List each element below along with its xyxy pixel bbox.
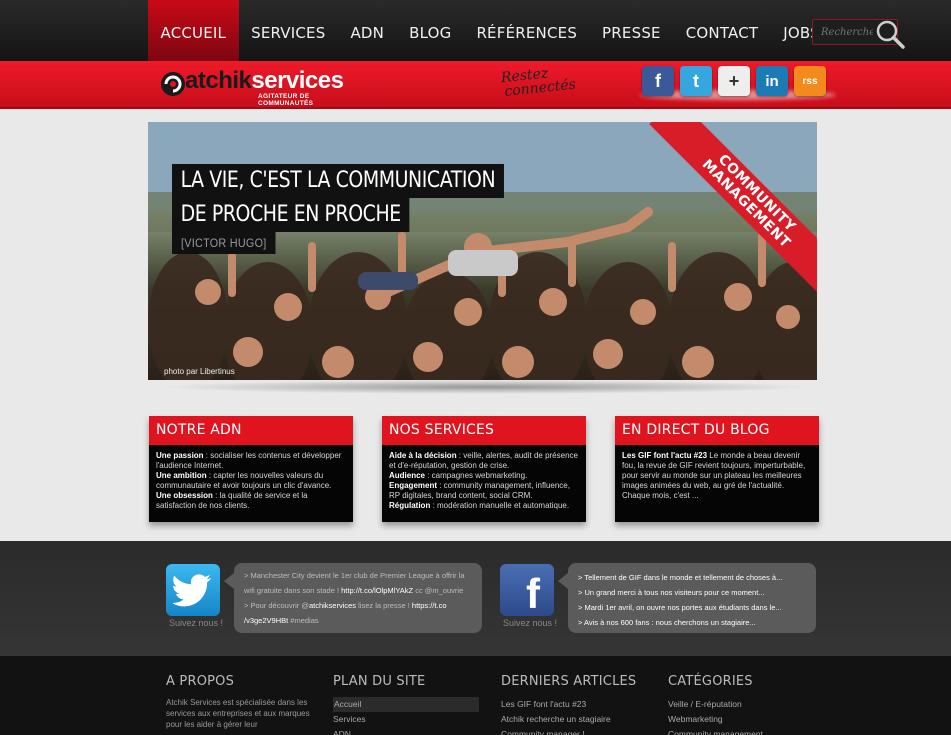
search-input[interactable] [813,20,873,44]
nav-references[interactable]: RÉFÉRENCES [464,0,590,61]
photo-credit: photo par Libertinus [164,367,235,376]
facebook-big-icon[interactable]: f [500,564,554,616]
search-icon[interactable] [875,19,905,54]
twitter-big-icon[interactable] [166,564,220,616]
linkedin-icon[interactable]: in [756,66,788,96]
footer-category-link[interactable]: Community management [668,727,818,735]
footer-plan-du-site: PLAN DU SITE Accueil Services ADN [333,674,483,735]
search-box [812,19,905,49]
nav-presse[interactable]: PRESSE [590,0,674,61]
twitter-follow-label[interactable]: Suivez nous ! [169,618,223,628]
tweet-link[interactable]: http://t.co/lOlpMlYAkZ [341,586,413,595]
footer-derniers-articles: DERNIERS ARTICLES Les GIF font l'actu #2… [501,674,651,735]
twitter-feed: > Manchester City devient le 1er club de… [224,563,482,633]
footer-apropos: A PROPOS Atchik Services est spécialisée… [166,674,310,729]
quote-author: [VICTOR HUGO] [172,232,276,254]
logo-tagline: AGITATEUR DE COMMUNAUTÉS [258,93,314,107]
facebook-post[interactable]: > Mardi 1er avril, on ouvre nos portes a… [578,600,806,615]
card-notre-adn[interactable]: NOTRE ADN Une passion : socialiser les c… [149,416,353,522]
nav-blog[interactable]: BLOG [397,0,464,61]
logo-mark-icon [161,72,185,96]
hero-banner: COMMUNITY MANAGEMENT LA VIE, C'EST LA CO… [148,122,817,380]
footer-link-accueil[interactable]: Accueil [333,697,479,712]
nav-accueil[interactable]: ACCUEIL [148,0,239,61]
facebook-feed: > Tellement de GIF dans le monde et tell… [558,563,816,633]
card-nos-services[interactable]: NOS SERVICES Aide à la décision : veille… [382,416,586,522]
twitter-icon[interactable]: t [680,66,712,96]
quote-line-2: DE PROCHE EN PROCHE [172,198,410,232]
hero-shadow [160,380,810,394]
facebook-post[interactable]: > Un grand merci à tous nos visiteurs po… [578,585,806,600]
logo-name-part2: services [251,67,344,94]
logo-name-part1: atchik [185,67,252,94]
facebook-icon[interactable]: f [642,66,674,96]
footer-article-link[interactable]: Les GIF font l'actu #23 [501,697,651,712]
footer-article-link[interactable]: Atchik recherche un stagiaire [501,712,651,727]
rss-icon[interactable]: rss [794,66,826,96]
footer-link-services[interactable]: Services [333,712,483,727]
facebook-follow-label[interactable]: Suivez nous ! [503,618,557,628]
quote-line-1: LA VIE, C'EST LA COMMUNICATION [172,164,504,198]
footer-category-link[interactable]: Webmarketing [668,712,818,727]
footer-category-link[interactable]: Veille / E-réputation [668,697,818,712]
footer-categories: CATÉGORIES Veille / E-réputation Webmark… [668,674,818,735]
site-logo[interactable]: atchikservices AGITATEUR DE COMMUNAUTÉS [160,66,350,107]
tweet-mention[interactable]: atchikservices [309,601,356,610]
tweet-link[interactable]: https://t.co [412,601,447,610]
nav-contact[interactable]: CONTACT [673,0,771,61]
facebook-post[interactable]: > Tellement de GIF dans le monde et tell… [578,570,806,585]
footer-link-adn[interactable]: ADN [333,727,483,735]
facebook-post[interactable]: > Avis à nos 600 fans : nous cherchons u… [578,615,806,630]
card-title: EN DIRECT DU BLOG [615,416,819,445]
footer-article-link[interactable]: Community manager ! [501,727,651,735]
main-nav: ACCUEIL SERVICES ADN BLOG RÉFÉRENCES PRE… [148,0,832,61]
nav-services[interactable]: SERVICES [239,0,338,61]
social-links: f t + in rss [642,66,826,96]
nav-adn[interactable]: ADN [338,0,397,61]
tweet-link[interactable]: /v3ge2V9HBt [244,616,288,625]
card-title: NOTRE ADN [149,416,353,445]
card-direct-blog[interactable]: EN DIRECT DU BLOG Les GIF font l'actu #2… [615,416,819,522]
card-title: NOS SERVICES [382,416,586,445]
delicious-icon[interactable]: + [718,66,750,96]
hero-quote: LA VIE, C'EST LA COMMUNICATION DE PROCHE… [172,164,558,266]
